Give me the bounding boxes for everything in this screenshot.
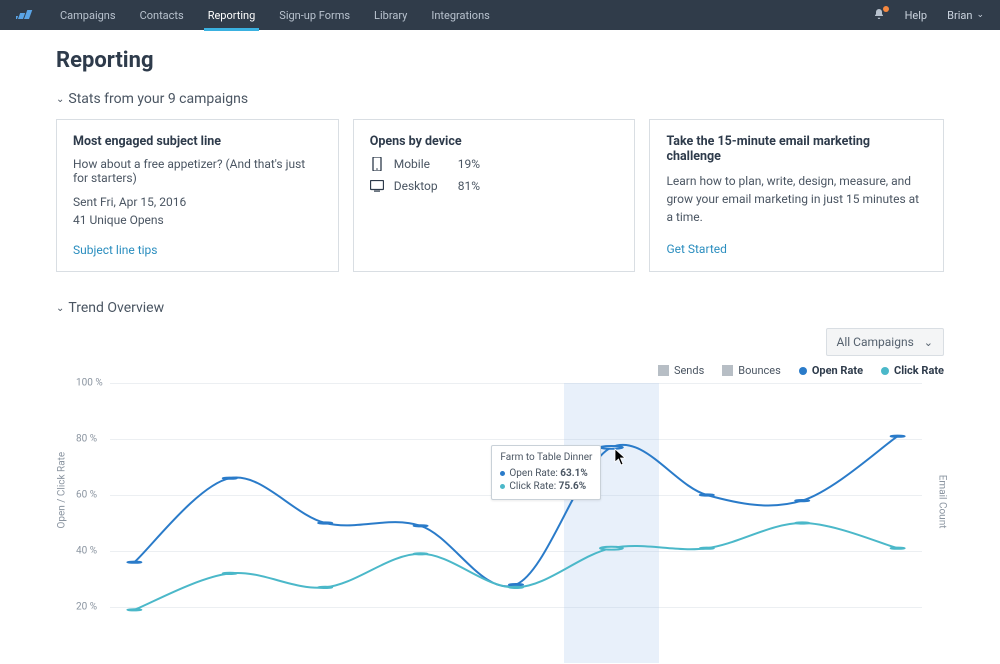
nav-item-reporting[interactable]: Reporting (208, 1, 256, 30)
y-tick-label: 80 % (76, 434, 97, 445)
legend-open-rate[interactable]: Open Rate (799, 364, 863, 377)
filter-value: All Campaigns (837, 335, 914, 349)
get-started-link[interactable]: Get Started (666, 242, 726, 256)
top-navbar: Campaigns Contacts Reporting Sign-up Forms L… (0, 0, 1000, 30)
swatch-icon (881, 367, 889, 375)
legend-bounces[interactable]: Bounces (722, 364, 781, 377)
swatch-icon (799, 367, 807, 375)
legend-sends[interactable]: Sends (658, 364, 704, 377)
nav-item-campaigns[interactable]: Campaigns (60, 1, 116, 30)
mobile-value: 19% (458, 157, 480, 171)
notification-dot (883, 6, 889, 12)
opens-line: 41 Unique Opens (73, 213, 322, 227)
tooltip-title: Farm to Table Dinner (500, 451, 592, 465)
card-title: Opens by device (370, 134, 619, 149)
stats-heading: Stats from your 9 campaigns (68, 91, 248, 107)
mobile-label: Mobile (394, 157, 448, 171)
legend-click-rate[interactable]: Click Rate (881, 364, 944, 377)
device-row-mobile: Mobile 19% (370, 157, 619, 171)
dot-icon (500, 484, 505, 489)
desktop-value: 81% (458, 179, 480, 193)
trend-heading: Trend Overview (68, 300, 164, 316)
chevron-down-icon: ⌄ (976, 10, 984, 20)
swatch-icon (722, 365, 733, 376)
y-tick-label: 100 % (76, 378, 103, 389)
nav-item-library[interactable]: Library (374, 1, 407, 30)
stats-cards: Most engaged subject line How about a fr… (56, 119, 944, 272)
sent-line: Sent Fri, Apr 15, 2016 (73, 195, 322, 209)
card-most-engaged: Most engaged subject line How about a fr… (56, 119, 339, 272)
chevron-down-icon: ⌄ (924, 336, 933, 349)
chevron-down-icon: ⌄ (56, 94, 64, 105)
page-title: Reporting (56, 48, 944, 73)
subject-tips-link[interactable]: Subject line tips (73, 243, 157, 257)
y-tick-label: 60 % (76, 490, 97, 501)
notifications-icon[interactable] (873, 8, 885, 23)
chart-lines (110, 383, 922, 663)
card-title: Take the 15-minute email marketing chall… (666, 134, 927, 164)
trend-chart[interactable]: Open / Click Rate Email Count 20 %40 %60… (74, 383, 936, 663)
card-opens-by-device: Opens by device Mobile 19% Desktop 81% (353, 119, 636, 272)
dot-icon (500, 471, 505, 476)
desktop-icon (370, 180, 384, 192)
desktop-label: Desktop (394, 179, 448, 193)
user-name: Brian (947, 9, 972, 22)
stats-section-header[interactable]: ⌄ Stats from your 9 campaigns (56, 91, 944, 107)
chevron-down-icon: ⌄ (56, 303, 64, 314)
swatch-icon (658, 365, 669, 376)
chart-tooltip: Farm to Table Dinner Open Rate: 63.1% Cl… (491, 445, 601, 500)
y-tick-label: 20 % (76, 602, 97, 613)
campaigns-filter-select[interactable]: All Campaigns ⌄ (826, 328, 944, 356)
mobile-icon (370, 157, 384, 171)
y-axis-label-left: Open / Click Rate (57, 452, 68, 529)
card-title: Most engaged subject line (73, 134, 322, 149)
challenge-body: Learn how to plan, write, design, measur… (666, 172, 927, 226)
y-tick-label: 40 % (76, 546, 97, 557)
nav-item-contacts[interactable]: Contacts (140, 1, 184, 30)
chart-legend: Sends Bounces Open Rate Click Rate (56, 364, 944, 377)
help-link[interactable]: Help (905, 9, 928, 22)
nav-item-sign-up-forms[interactable]: Sign-up Forms (279, 1, 350, 30)
y-axis-label-right: Email Count (937, 475, 948, 529)
app-logo[interactable] (16, 7, 42, 23)
device-row-desktop: Desktop 81% (370, 179, 619, 193)
user-menu[interactable]: Brian ⌄ (947, 9, 984, 22)
nav-item-integrations[interactable]: Integrations (431, 1, 489, 30)
trend-section-header[interactable]: ⌄ Trend Overview (56, 300, 944, 316)
card-challenge: Take the 15-minute email marketing chall… (649, 119, 944, 272)
subject-line: How about a free appetizer? (And that's … (73, 157, 322, 185)
